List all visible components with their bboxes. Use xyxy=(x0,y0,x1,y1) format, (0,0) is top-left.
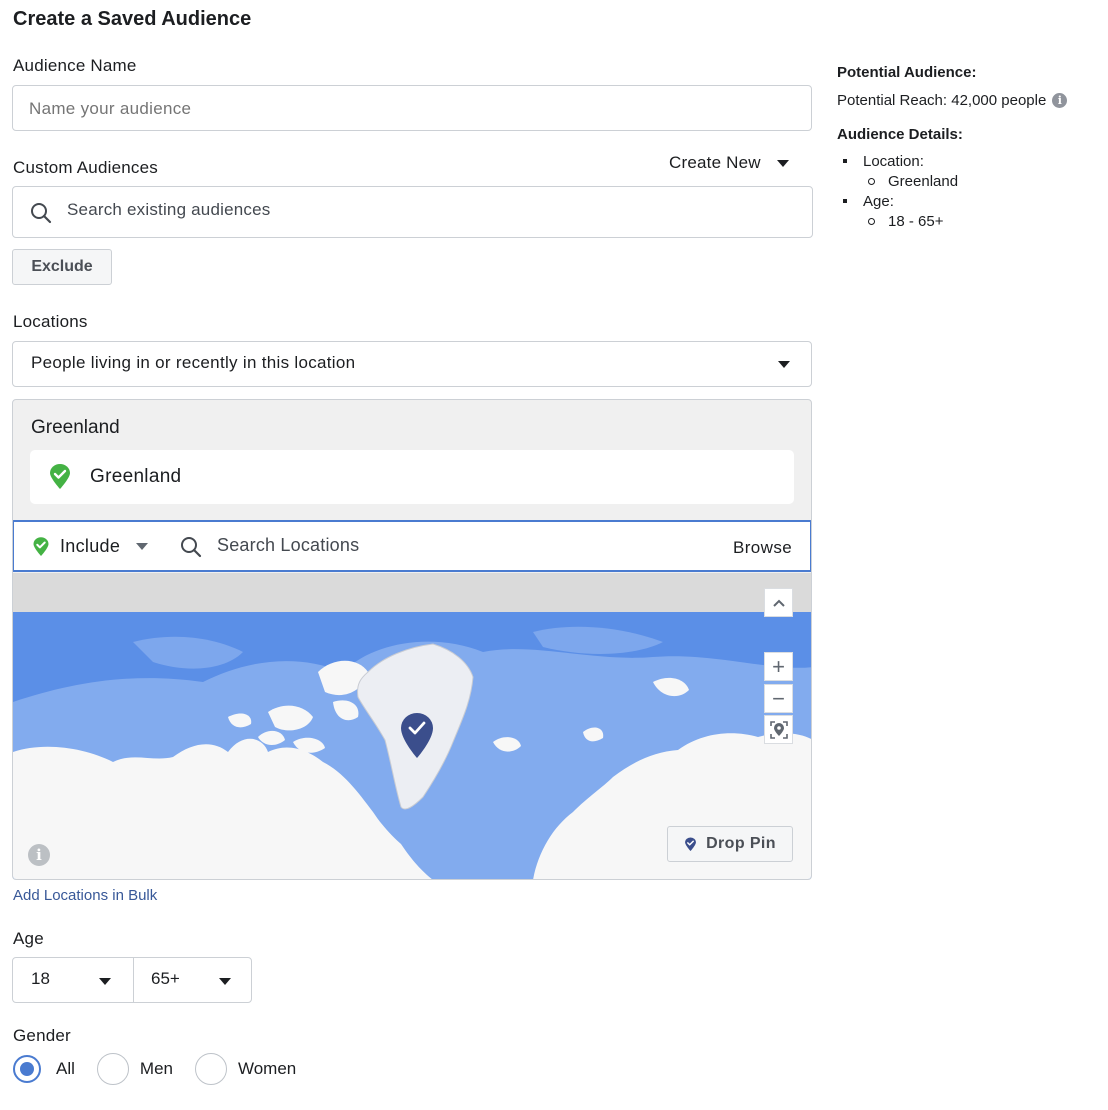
location-search-placeholder[interactable]: Search Locations xyxy=(217,535,359,556)
chevron-down-icon xyxy=(219,978,231,985)
detail-subitem: 18 - 65+ xyxy=(837,211,1097,231)
chevron-down-icon xyxy=(778,361,790,368)
custom-audiences-label: Custom Audiences xyxy=(13,158,158,177)
gender-option-all[interactable]: All xyxy=(13,1055,75,1083)
include-pin-icon xyxy=(48,464,72,495)
selected-location-label: Greenland xyxy=(90,466,182,487)
potential-reach-row: Potential Reach: 42,000 people i xyxy=(837,92,1097,109)
audience-name-input[interactable] xyxy=(12,85,812,132)
page-title: Create a Saved Audience xyxy=(13,8,252,30)
age-label: Age xyxy=(13,929,44,948)
location-map[interactable]: i Drop Pin xyxy=(13,612,811,879)
bullet-icon xyxy=(868,177,875,185)
zoom-out-icon[interactable]: − xyxy=(764,684,793,713)
age-max-select[interactable]: 65+ xyxy=(133,957,252,1003)
radio-women[interactable] xyxy=(194,1053,227,1085)
browse-button[interactable]: Browse xyxy=(733,538,792,558)
bullet-icon xyxy=(868,217,875,225)
create-new-dropdown[interactable]: Create New xyxy=(669,153,789,173)
gender-option-label: All xyxy=(56,1059,75,1078)
selected-location-item[interactable]: Greenland xyxy=(30,450,794,504)
gender-option-label: Women xyxy=(237,1059,297,1078)
radio-men[interactable] xyxy=(96,1053,129,1085)
age-min-select[interactable]: 18 xyxy=(12,957,134,1003)
potential-audience-heading: Potential Audience: xyxy=(837,64,977,81)
create-new-label: Create New xyxy=(669,153,761,172)
info-icon[interactable]: i xyxy=(28,844,50,866)
bullet-icon xyxy=(843,159,847,163)
location-group-title: Greenland xyxy=(31,417,120,438)
age-max-value: 65+ xyxy=(151,969,180,988)
detail-subitem: Greenland xyxy=(837,171,1097,191)
audience-name-text[interactable] xyxy=(27,86,791,132)
gender-option-women[interactable]: Women xyxy=(194,1053,297,1085)
exclude-button[interactable]: Exclude xyxy=(12,249,112,285)
map-header-strip xyxy=(13,573,811,613)
chevron-down-icon xyxy=(99,978,111,985)
chevron-down-icon xyxy=(776,159,789,167)
audience-details-list: Location: Greenland Age: 18 - 65+ xyxy=(837,151,1097,231)
potential-reach-text: Potential Reach: 42,000 people xyxy=(837,92,1047,109)
custom-audience-search-input[interactable]: Search existing audiences xyxy=(12,186,813,238)
detail-item-location: Location: xyxy=(837,151,1097,171)
gender-options: All Men Women xyxy=(13,1053,296,1085)
location-mode-value: People living in or recently in this loc… xyxy=(31,353,356,372)
detail-item-age: Age: xyxy=(837,191,1097,211)
include-label: Include xyxy=(60,536,121,556)
audience-name-label: Audience Name xyxy=(13,56,137,75)
detail-label: Location: xyxy=(863,152,924,170)
search-icon xyxy=(180,536,202,563)
audience-details-heading: Audience Details: xyxy=(837,126,963,143)
add-locations-bulk-link[interactable]: Add Locations in Bulk xyxy=(13,887,157,904)
drop-pin-button[interactable]: Drop Pin xyxy=(667,826,793,862)
locations-label: Locations xyxy=(13,312,88,331)
collapse-icon[interactable] xyxy=(764,588,793,617)
detail-label: Age: xyxy=(863,192,894,210)
pin-icon xyxy=(685,836,696,851)
bullet-icon xyxy=(843,199,847,203)
include-pin-icon xyxy=(33,536,49,556)
age-min-value: 18 xyxy=(31,969,50,988)
chevron-down-icon xyxy=(136,543,149,550)
drop-pin-label: Drop Pin xyxy=(706,835,776,852)
radio-all[interactable] xyxy=(13,1055,41,1083)
detail-value: 18 - 65+ xyxy=(888,212,944,230)
audience-summary-sidebar: Potential Audience: Potential Reach: 42,… xyxy=(837,64,1097,231)
info-icon[interactable]: i xyxy=(1052,93,1068,108)
location-mode-select[interactable]: People living in or recently in this loc… xyxy=(12,341,812,387)
location-panel: Greenland Greenland Include Search Locat… xyxy=(12,399,812,880)
location-search-bar[interactable]: Include Search Locations Browse xyxy=(13,520,811,572)
detail-value: Greenland xyxy=(888,172,959,190)
include-dropdown[interactable]: Include xyxy=(32,536,149,557)
custom-audience-search-placeholder: Search existing audiences xyxy=(67,200,271,219)
gender-label: Gender xyxy=(13,1026,71,1045)
gender-option-men[interactable]: Men xyxy=(96,1053,173,1085)
locate-icon[interactable] xyxy=(764,715,793,744)
zoom-in-icon[interactable]: + xyxy=(764,652,793,681)
search-icon xyxy=(30,202,52,229)
gender-option-label: Men xyxy=(139,1059,173,1078)
